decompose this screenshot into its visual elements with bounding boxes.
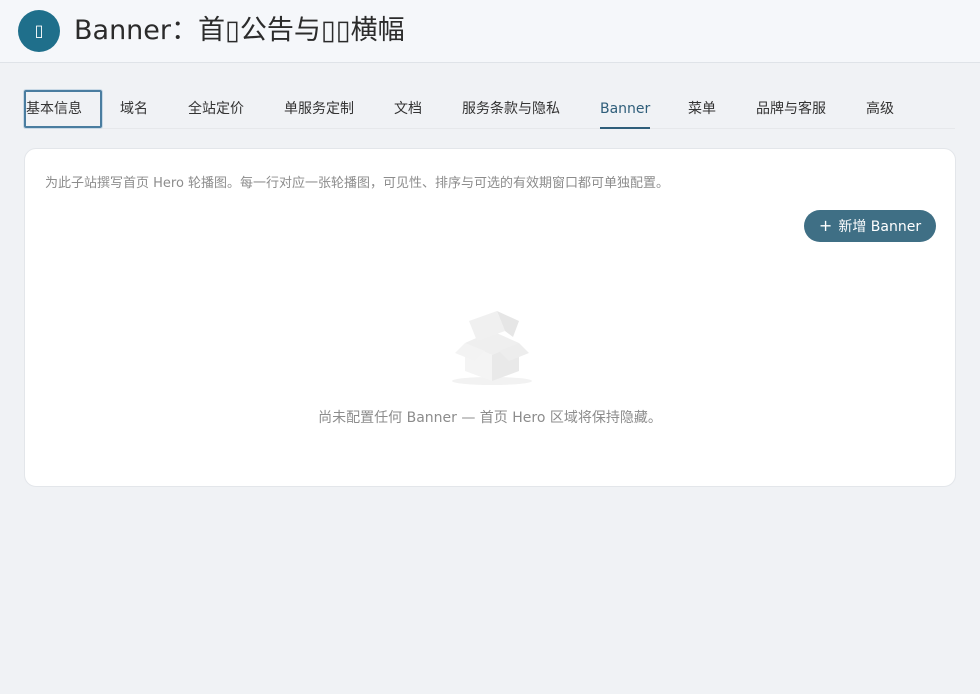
plus-icon: + <box>818 216 833 235</box>
empty-state-message: 尚未配置任何 Banner — 首页 Hero 区域将保持隐藏。 <box>318 410 662 426</box>
tab-site-pricing[interactable]: 全站定价 <box>188 90 244 128</box>
banner-card: 为此子站撰写首页 Hero 轮播图。每一行对应一张轮播图，可见性、排序与可选的有… <box>24 148 956 487</box>
tab-terms-privacy[interactable]: 服务条款与隐私 <box>462 90 560 128</box>
tab-domain[interactable]: 域名 <box>120 90 148 128</box>
tab-basic-info[interactable]: 基本信息 <box>24 90 102 128</box>
page-title: Banner：首▯公告与▯▯横幅 <box>74 15 405 46</box>
tab-service-customization[interactable]: 单服务定制 <box>284 90 354 128</box>
add-banner-label: 新增 Banner <box>838 219 922 235</box>
app-header: ▯ Banner：首▯公告与▯▯横幅 <box>0 0 980 63</box>
tab-banner[interactable]: Banner <box>600 90 651 129</box>
empty-box-icon <box>447 301 537 391</box>
card-description: 为此子站撰写首页 Hero 轮播图。每一行对应一张轮播图，可见性、排序与可选的有… <box>45 176 670 191</box>
settings-tabs: 基本信息 域名 全站定价 单服务定制 文档 服务条款与隐私 Banner 菜单 … <box>24 90 955 129</box>
app-logo-icon: ▯ <box>18 10 60 52</box>
tab-brand-support[interactable]: 品牌与客服 <box>756 90 826 128</box>
tab-menu[interactable]: 菜单 <box>688 90 716 128</box>
tab-advanced[interactable]: 高级 <box>866 90 894 128</box>
add-banner-button[interactable]: + 新增 Banner <box>804 210 936 242</box>
tab-docs[interactable]: 文档 <box>394 90 422 128</box>
